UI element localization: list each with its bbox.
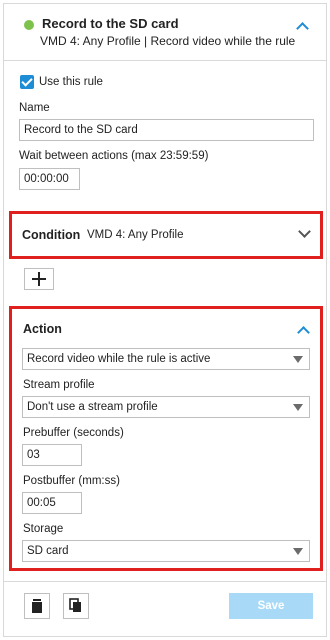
- prebuffer-input[interactable]: 03: [22, 444, 82, 466]
- condition-value: VMD 4: Any Profile: [87, 229, 184, 241]
- action-title: Action: [23, 322, 62, 336]
- action-section: Action Record video while the rule is ac…: [9, 306, 323, 571]
- rule-panel: Record to the SD card VMD 4: Any Profile…: [3, 3, 327, 637]
- delete-button[interactable]: [24, 593, 50, 619]
- copy-icon: [69, 598, 81, 612]
- divider: [4, 60, 326, 61]
- copy-button[interactable]: [63, 593, 89, 619]
- wait-label: Wait between actions (max 23:59:59): [19, 150, 209, 162]
- rule-subtitle: VMD 4: Any Profile | Record video while …: [40, 34, 298, 48]
- collapse-chevron-icon[interactable]: [296, 22, 309, 35]
- dropdown-arrow-icon: [293, 404, 303, 411]
- plus-icon: [32, 272, 46, 286]
- name-label: Name: [19, 102, 50, 114]
- wait-input[interactable]: 00:00:00: [19, 168, 80, 190]
- stream-profile-value: Don't use a stream profile: [27, 401, 158, 413]
- prebuffer-label: Prebuffer (seconds): [23, 427, 124, 439]
- stream-profile-label: Stream profile: [23, 379, 95, 391]
- action-select-value: Record video while the rule is active: [27, 353, 211, 365]
- condition-title: Condition: [22, 228, 81, 242]
- postbuffer-input[interactable]: 00:05: [22, 492, 82, 514]
- action-select[interactable]: Record video while the rule is active: [22, 348, 310, 370]
- rule-title: Record to the SD card: [42, 16, 179, 31]
- save-button[interactable]: Save: [229, 593, 313, 619]
- use-rule-label: Use this rule: [39, 76, 103, 88]
- postbuffer-label: Postbuffer (mm:ss): [23, 475, 120, 487]
- storage-value: SD card: [27, 545, 69, 557]
- dropdown-arrow-icon: [293, 356, 303, 363]
- expand-chevron-icon[interactable]: [298, 225, 311, 238]
- condition-section[interactable]: Condition VMD 4: Any Profile: [9, 211, 323, 259]
- dropdown-arrow-icon: [293, 548, 303, 555]
- stream-profile-select[interactable]: Don't use a stream profile: [22, 396, 310, 418]
- add-condition-button[interactable]: [24, 268, 54, 290]
- trash-icon: [32, 599, 42, 613]
- name-input[interactable]: Record to the SD card: [19, 119, 314, 141]
- collapse-action-chevron-icon[interactable]: [297, 326, 310, 339]
- footer-divider: [4, 581, 326, 582]
- status-dot: [24, 20, 34, 30]
- storage-select[interactable]: SD card: [22, 540, 310, 562]
- use-rule-checkbox[interactable]: [20, 75, 34, 89]
- storage-label: Storage: [23, 523, 64, 535]
